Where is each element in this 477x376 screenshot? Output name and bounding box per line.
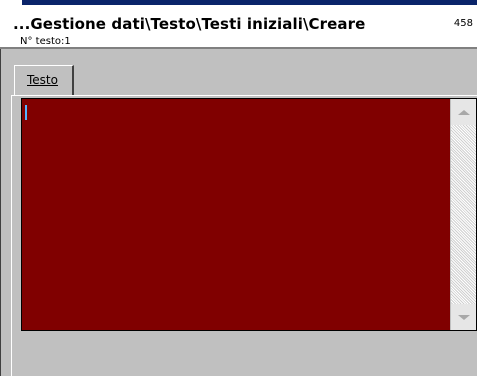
text-number-label: N° testo:1 xyxy=(20,36,71,47)
scroll-up-arrow-icon xyxy=(457,109,470,115)
scroll-down-button[interactable] xyxy=(451,304,476,330)
text-caret xyxy=(25,105,27,120)
screen-code: 458 xyxy=(453,18,473,29)
tab-testo-label: Testo xyxy=(27,73,58,87)
page-title: ...Gestione dati\Testo\Testi iniziali\Cr… xyxy=(13,15,366,33)
scroll-down-arrow-icon xyxy=(457,314,470,320)
header-bar: ...Gestione dati\Testo\Testi iniziali\Cr… xyxy=(0,5,477,49)
text-editor[interactable] xyxy=(21,98,477,331)
tab-testo[interactable]: Testo xyxy=(14,65,74,95)
scroll-up-button[interactable] xyxy=(451,99,476,125)
vertical-scrollbar[interactable] xyxy=(450,99,476,330)
